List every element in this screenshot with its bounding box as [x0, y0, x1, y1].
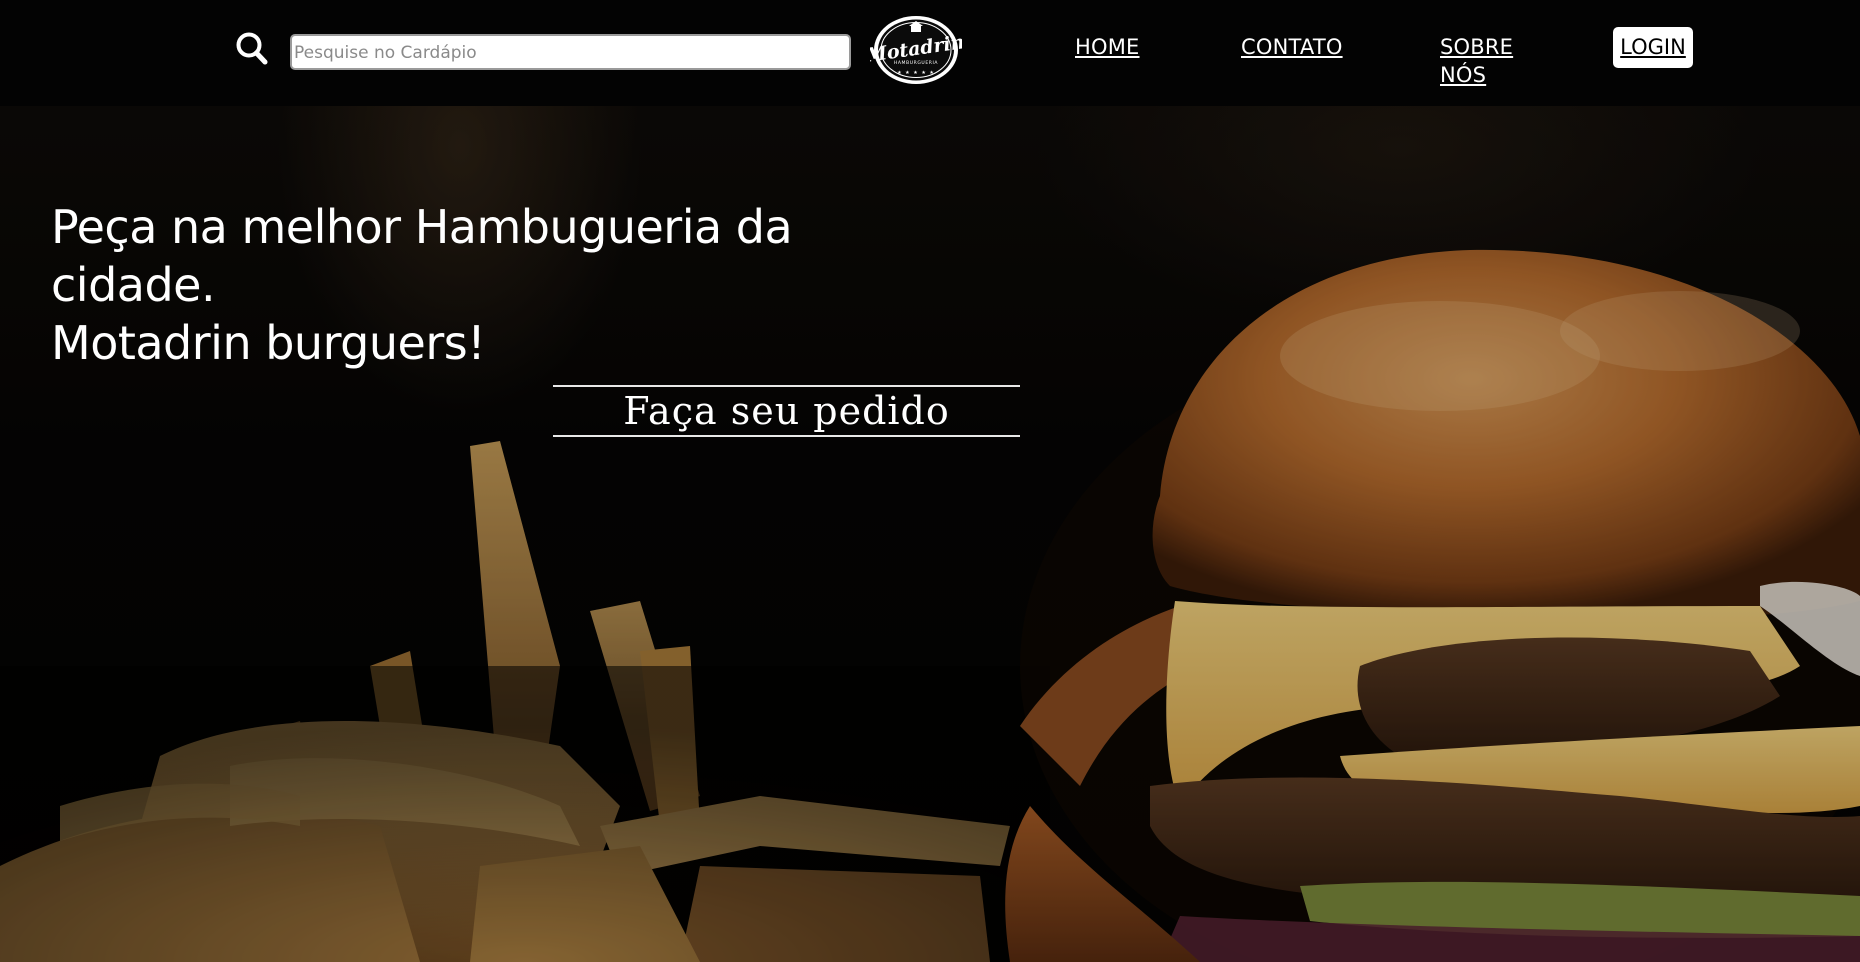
hero-section: Peça na melhor Hambugueria da cidade. Mo… [0, 106, 1860, 962]
hero-headline-line1: Peça na melhor Hambugueria da cidade. [51, 200, 793, 312]
nav-link-contato[interactable]: CONTATO [1241, 33, 1343, 61]
nav-link-home[interactable]: HOME [1075, 33, 1140, 61]
search-icon[interactable] [235, 31, 269, 67]
logo-subtext: HAMBURGUERIA [894, 60, 939, 66]
search-input[interactable] [290, 34, 851, 70]
nav-sobre-line2: NÓS [1440, 63, 1487, 87]
order-button[interactable]: Faça seu pedido [553, 385, 1020, 437]
nav-link-sobre-nos[interactable]: SOBRE NÓS [1440, 33, 1530, 89]
top-navbar: Motadrin HAMBURGUERIA ★ ★ ★ ★ ★ HOME CON… [0, 0, 1860, 106]
landing-page: Motadrin HAMBURGUERIA ★ ★ ★ ★ ★ HOME CON… [0, 0, 1860, 962]
svg-text:★ ★ ★ ★ ★: ★ ★ ★ ★ ★ [897, 70, 935, 76]
login-button[interactable]: LOGIN [1613, 27, 1693, 68]
hero-headline-line2: Motadrin burguers! [51, 316, 486, 370]
nav-sobre-line1: SOBRE [1440, 35, 1514, 59]
brand-logo[interactable]: Motadrin HAMBURGUERIA ★ ★ ★ ★ ★ [864, 13, 966, 87]
hero-headline: Peça na melhor Hambugueria da cidade. Mo… [51, 198, 951, 372]
